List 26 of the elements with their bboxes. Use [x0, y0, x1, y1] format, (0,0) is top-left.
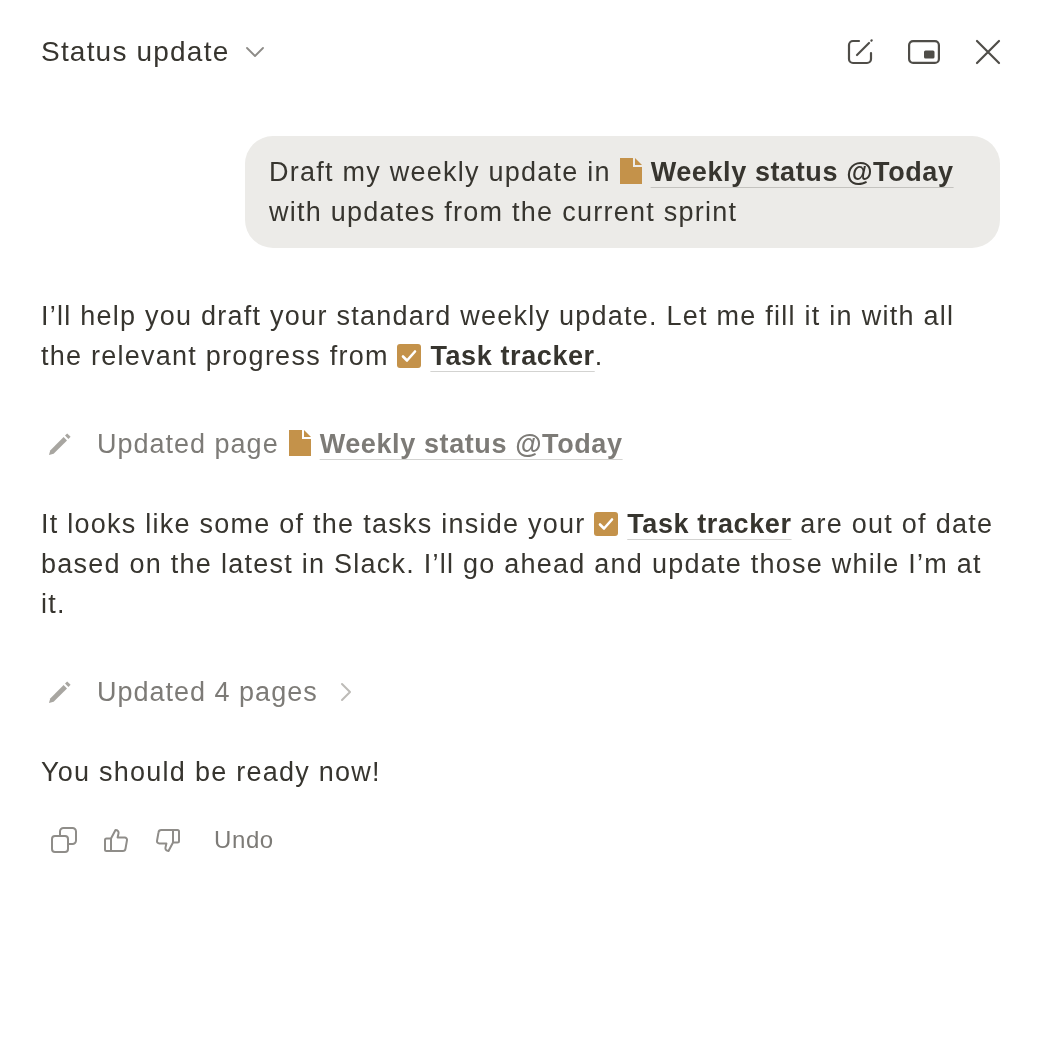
document-icon [619, 158, 642, 184]
title-dropdown[interactable]: Status update [41, 32, 266, 72]
action-text: Updated page [97, 428, 279, 461]
message-text: You should be ready now! [41, 756, 382, 789]
compose-icon [846, 38, 874, 66]
message-text: I’ll help you draft your standard weekly update. Let me fill it in with all the relevant progress from Task tracker. [41, 300, 956, 373]
undo-button[interactable]: Undo [202, 822, 286, 858]
checkbox-icon [397, 344, 422, 368]
message-text: It looks like some of the tasks inside your Task tracker are out of date based on the latest in Slack. I’ll go ahead and update those while I’m at it. [41, 508, 995, 621]
page-link[interactable]: Task tracker [430, 341, 595, 371]
picture-in-picture-icon [908, 40, 940, 64]
close-icon [975, 39, 1001, 65]
copy-icon [51, 826, 77, 854]
thumbs-up-icon [103, 826, 129, 854]
thumbs-down-icon [155, 826, 181, 854]
message-text: Draft my weekly update in Weekly status @Today with updates from the current sprint [269, 156, 955, 229]
pencil-icon [47, 679, 73, 705]
chevron-down-icon [245, 46, 266, 58]
page-link[interactable]: Weekly status @Today [319, 429, 623, 459]
checkbox-icon [594, 512, 619, 536]
action-text: Updated 4 pages [97, 676, 318, 709]
page-link[interactable]: Weekly status @Today [650, 157, 954, 187]
document-icon [288, 430, 311, 456]
pencil-icon [47, 431, 73, 457]
chevron-right-icon[interactable] [339, 682, 352, 702]
page-link[interactable]: Task tracker [627, 509, 792, 539]
